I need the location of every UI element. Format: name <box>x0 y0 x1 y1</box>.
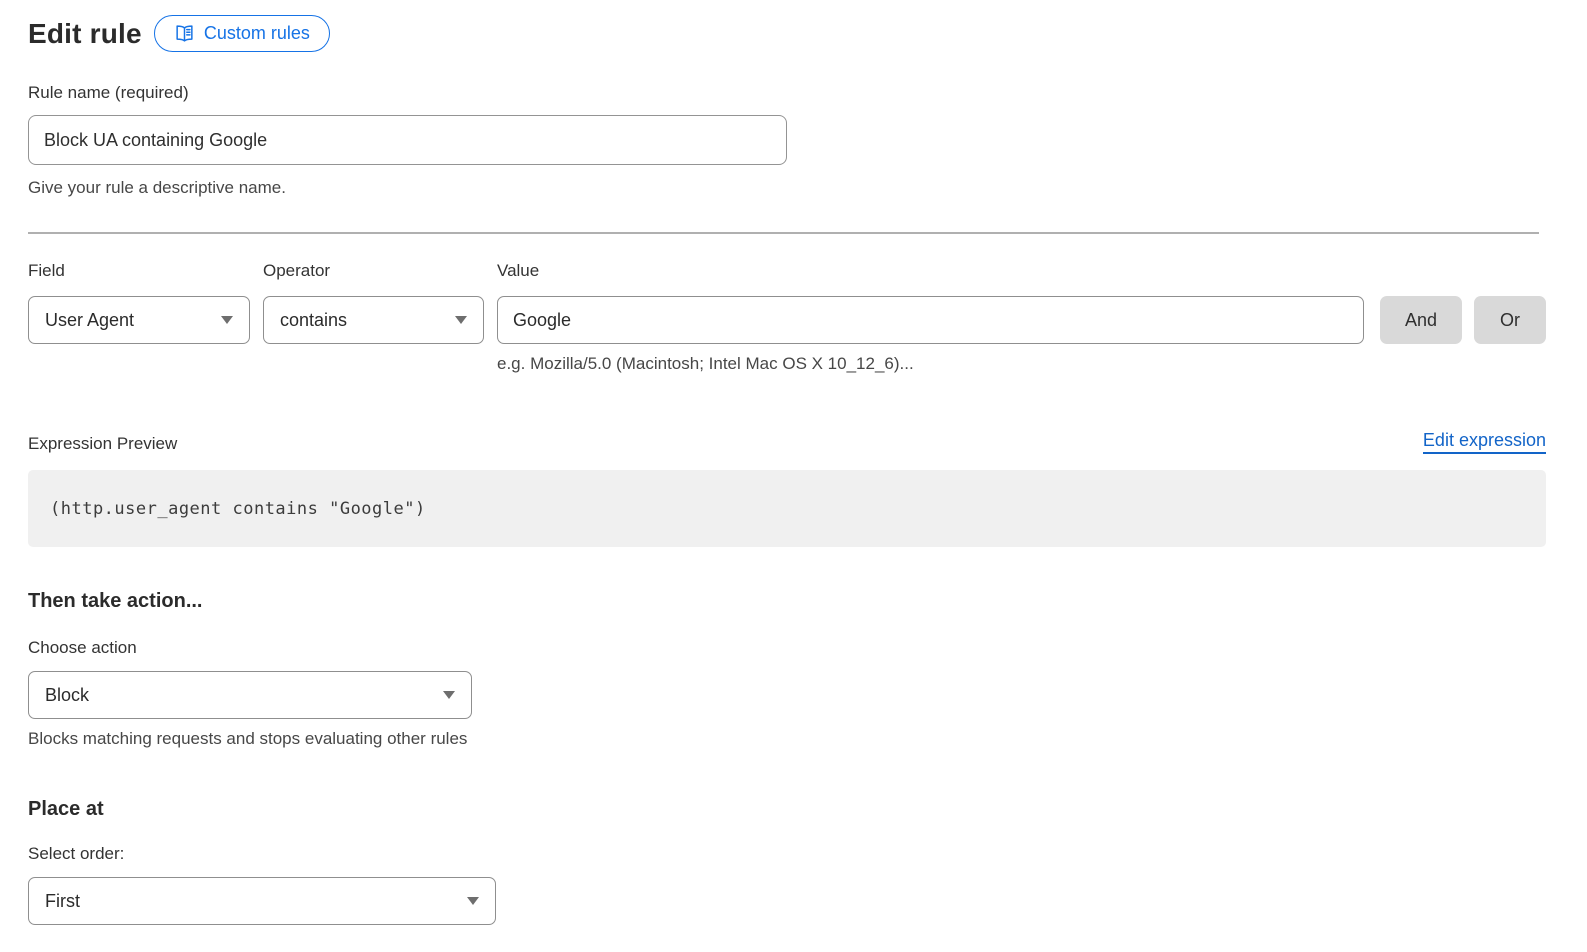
action-heading: Then take action... <box>28 590 1546 613</box>
operator-label: Operator <box>263 261 484 281</box>
rule-name-input[interactable] <box>28 115 787 165</box>
value-input[interactable] <box>497 296 1364 344</box>
value-example-text: e.g. Mozilla/5.0 (Macintosh; Intel Mac O… <box>497 354 1364 374</box>
rule-name-help-text: Give your rule a descriptive name. <box>28 178 1546 198</box>
expression-code: (http.user_agent contains "Google") <box>50 499 426 519</box>
field-column: Field User Agent <box>28 261 250 374</box>
section-divider <box>28 232 1539 234</box>
placement-section: Place at Select order: First <box>28 798 1546 925</box>
choose-action-label: Choose action <box>28 638 1546 658</box>
conjunction-buttons: And Or <box>1380 261 1546 374</box>
action-selected-value: Block <box>45 685 89 706</box>
chevron-down-icon <box>443 691 455 699</box>
action-select[interactable]: Block <box>28 671 472 719</box>
chevron-down-icon <box>467 897 479 905</box>
select-order-label: Select order: <box>28 844 1546 864</box>
operator-selected-value: contains <box>280 310 347 331</box>
rule-name-section: Rule name (required) Give your rule a de… <box>28 83 1546 198</box>
edit-expression-link[interactable]: Edit expression <box>1423 430 1546 454</box>
chevron-down-icon <box>455 316 467 324</box>
field-selected-value: User Agent <box>45 310 134 331</box>
value-column: Value e.g. Mozilla/5.0 (Macintosh; Intel… <box>497 261 1364 374</box>
field-label: Field <box>28 261 250 281</box>
value-label: Value <box>497 261 1364 281</box>
expression-preview-section: Expression Preview Edit expression (http… <box>28 430 1546 547</box>
edit-rule-page: Edit rule Custom rules Rule name (requir… <box>28 15 1546 925</box>
expression-label-row: Expression Preview Edit expression <box>28 430 1546 454</box>
book-icon <box>174 23 195 44</box>
condition-builder-row: Field User Agent Operator contains Value… <box>28 261 1546 374</box>
and-button[interactable]: And <box>1380 296 1462 344</box>
action-section: Then take action... Choose action Block … <box>28 590 1546 749</box>
order-select[interactable]: First <box>28 877 496 925</box>
action-help-text: Blocks matching requests and stops evalu… <box>28 729 1546 749</box>
page-header: Edit rule Custom rules <box>28 15 1546 52</box>
field-select[interactable]: User Agent <box>28 296 250 344</box>
operator-column: Operator contains <box>263 261 484 374</box>
custom-rules-label: Custom rules <box>204 23 310 44</box>
expression-code-box: (http.user_agent contains "Google") <box>28 470 1546 547</box>
expression-preview-label: Expression Preview <box>28 434 177 454</box>
order-selected-value: First <box>45 891 80 912</box>
rule-name-label: Rule name (required) <box>28 83 189 102</box>
page-title: Edit rule <box>28 18 142 50</box>
custom-rules-docs-button[interactable]: Custom rules <box>154 15 330 52</box>
place-at-heading: Place at <box>28 798 1546 821</box>
operator-select[interactable]: contains <box>263 296 484 344</box>
chevron-down-icon <box>221 316 233 324</box>
or-button[interactable]: Or <box>1474 296 1546 344</box>
